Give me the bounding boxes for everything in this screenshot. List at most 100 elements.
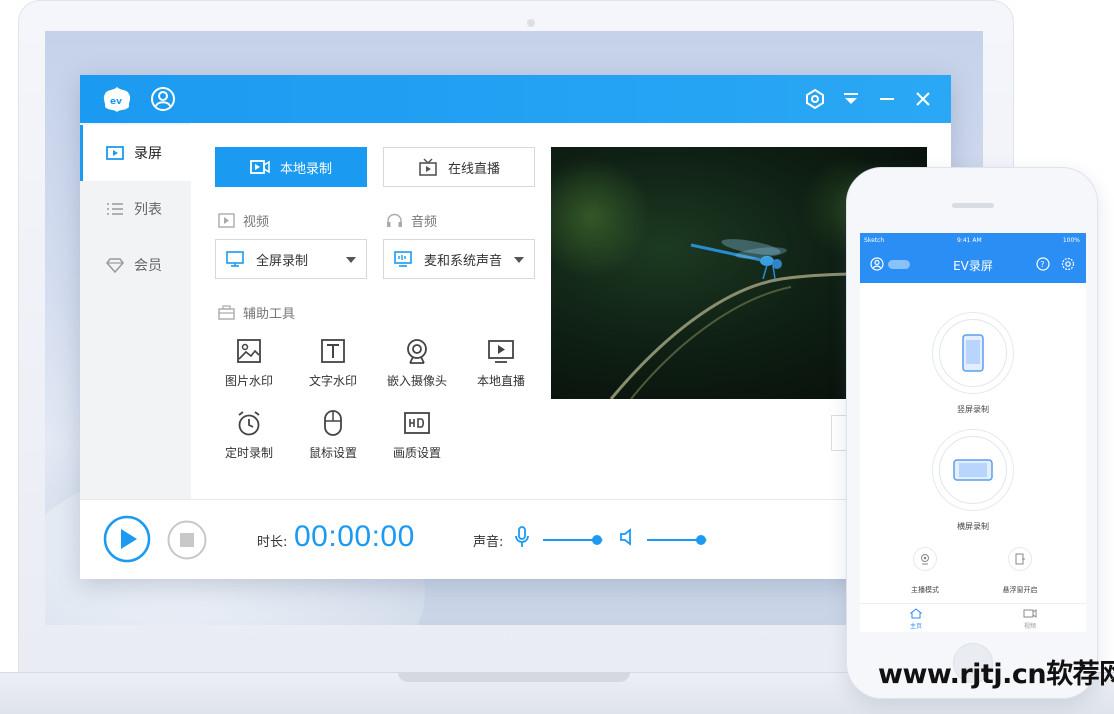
float-window-circle (1008, 547, 1032, 571)
tool-label: 图片水印 (224, 374, 273, 388)
hd-icon (404, 412, 430, 434)
status-carrier: Sketch (864, 237, 885, 244)
tool-webcam[interactable]: 嵌入摄像头 (377, 338, 457, 402)
account-icon[interactable] (150, 86, 176, 112)
video-select-value: 全屏录制 (256, 253, 309, 269)
phone-header: Sketch 9:41 AM 100% EV录屏 ? (860, 233, 1086, 283)
video-icon (218, 213, 235, 228)
help-icon[interactable]: ? (1036, 257, 1050, 271)
local-record-button[interactable]: 本地录制 (215, 147, 367, 187)
tool-timer-record[interactable]: 定时录制 (209, 410, 289, 474)
phone-tab-home[interactable]: 主页 (886, 608, 946, 630)
audio-select-value: 麦和系统声音 (424, 253, 503, 269)
alarm-icon (238, 411, 260, 436)
landscape-record-label: 横屏录制 (957, 522, 989, 531)
tools-section-text: 辅助工具 (243, 307, 296, 322)
recording-timer: 00:00:00 (294, 520, 415, 553)
local-record-label: 本地录制 (279, 161, 332, 177)
local-record-icon (250, 160, 270, 174)
sidebar-item-label: 会员 (134, 258, 162, 274)
audio-section-label: 音频 (386, 211, 437, 230)
phone-status-bar: Sketch 9:41 AM 100% (860, 235, 1086, 247)
speaker-volume-slider[interactable] (647, 534, 707, 546)
app-logo-icon: ev (103, 87, 131, 112)
audio-monitor-icon (394, 251, 412, 267)
sound-label: 声音: (473, 535, 504, 550)
phone-settings-icon[interactable] (1061, 257, 1075, 271)
float-window-button[interactable]: 悬浮窗开启 (980, 547, 1060, 596)
mouse-icon (324, 410, 342, 436)
duration-label: 时长: (257, 535, 288, 550)
phone-app-title: EV录屏 (953, 259, 993, 273)
audio-source-select[interactable]: 麦和系统声音 (383, 239, 535, 279)
float-window-label: 悬浮窗开启 (1002, 586, 1038, 594)
close-icon[interactable] (911, 87, 935, 111)
settings-icon[interactable] (803, 87, 827, 111)
list-icon (107, 203, 123, 215)
landscape-phone-icon (953, 459, 993, 481)
phone-screen: Sketch 9:41 AM 100% EV录屏 ? 竖屏录制 横屏录制 主播模… (860, 233, 1086, 632)
live-stream-button[interactable]: 在线直播 (383, 147, 535, 187)
app-window: ev 录屏 列表 会员 本地录制 在线直播 视频 音频 全屏录制 麦和系统声音 … (80, 75, 951, 579)
landscape-record-button[interactable] (932, 429, 1014, 511)
chevron-down-icon (514, 257, 524, 263)
tool-text-watermark[interactable]: 文字水印 (293, 338, 373, 402)
live-icon (488, 340, 514, 363)
tool-label: 本地直播 (476, 374, 525, 388)
float-window-icon (1015, 553, 1025, 565)
sidebar-item-label: 列表 (134, 202, 162, 218)
tool-label: 鼠标设置 (308, 446, 357, 460)
title-bar: ev (80, 75, 951, 123)
portrait-phone-icon (962, 334, 984, 372)
stop-button[interactable] (167, 520, 207, 560)
tool-label: 定时录制 (224, 446, 273, 460)
sidebar: 录屏 列表 会员 (80, 123, 191, 499)
anchor-icon (921, 554, 929, 565)
site-watermark: www.rjtj.cn软荐网 (878, 659, 1114, 690)
play-button[interactable] (103, 515, 151, 563)
headphones-icon (387, 213, 402, 227)
slider-knob[interactable] (592, 535, 602, 545)
laptop-camera (527, 19, 535, 27)
video-section-label: 视频 (218, 211, 269, 230)
microphone-icon[interactable] (514, 526, 530, 548)
video-camera-icon (1023, 609, 1037, 618)
laptop-notch (398, 672, 630, 682)
audio-section-text: 音频 (411, 215, 438, 230)
phone-tab-video[interactable]: 视频 (1000, 608, 1060, 630)
anchor-mode-circle (913, 547, 937, 571)
slider-knob[interactable] (696, 535, 706, 545)
status-battery: 100% (1062, 237, 1080, 244)
anchor-mode-label: 主播模式 (911, 586, 939, 594)
tool-quality-settings[interactable]: 画质设置 (377, 410, 457, 474)
sidebar-item-list[interactable]: 列表 (80, 181, 191, 237)
control-bar: 时长: 00:00:00 声音: (80, 499, 951, 579)
tool-image-watermark[interactable]: 图片水印 (209, 338, 289, 402)
sidebar-item-record[interactable]: 录屏 (80, 125, 191, 181)
tool-label: 文字水印 (308, 374, 357, 388)
tool-label: 嵌入摄像头 (386, 374, 447, 388)
sidebar-item-vip[interactable]: 会员 (80, 237, 191, 293)
svg-text:?: ? (1040, 260, 1044, 269)
video-source-select[interactable]: 全屏录制 (215, 239, 367, 279)
phone-frame: Sketch 9:41 AM 100% EV录屏 ? 竖屏录制 横屏录制 主播模… (846, 167, 1098, 699)
portrait-record-label: 竖屏录制 (957, 405, 989, 414)
live-stream-label: 在线直播 (447, 161, 500, 177)
speaker-icon[interactable] (619, 528, 635, 546)
tool-local-live[interactable]: 本地直播 (461, 338, 541, 402)
minimize-icon[interactable] (875, 87, 899, 111)
portrait-record-inner (939, 319, 1007, 387)
status-time: 9:41 AM (957, 237, 982, 244)
phone-tab-bar: 主页 视频 (860, 603, 1086, 632)
record-screen-icon (106, 146, 124, 160)
phone-tab-video-label: 视频 (1023, 623, 1036, 630)
tool-mouse-settings[interactable]: 鼠标设置 (293, 410, 373, 474)
anchor-mode-button[interactable]: 主播模式 (885, 547, 965, 596)
menu-dropdown-icon[interactable] (839, 87, 863, 111)
mic-volume-slider[interactable] (543, 534, 603, 546)
slider-fill (543, 539, 597, 541)
image-icon (237, 339, 261, 363)
portrait-record-button[interactable] (932, 312, 1014, 394)
text-icon (321, 339, 345, 363)
sidebar-item-label: 录屏 (134, 146, 162, 162)
